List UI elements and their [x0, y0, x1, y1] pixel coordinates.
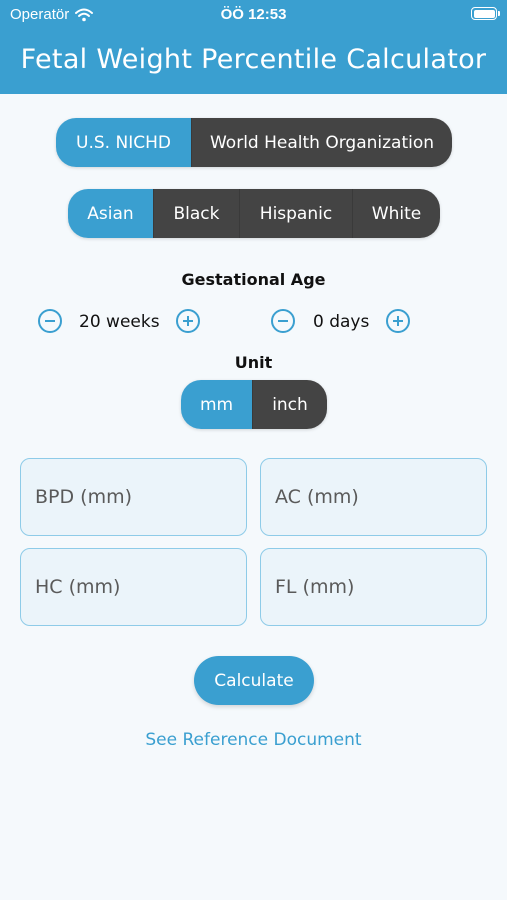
segment-who[interactable]: World Health Organization — [191, 118, 452, 167]
fl-field[interactable] — [260, 548, 487, 626]
weeks-value: 20 weeks — [79, 312, 160, 332]
segment-inch[interactable]: inch — [252, 380, 327, 429]
reference-document-link[interactable]: See Reference Document — [0, 730, 507, 750]
ac-input[interactable] — [275, 486, 486, 508]
segment-mm[interactable]: mm — [181, 380, 252, 429]
status-bar: Operatör ÖÖ 12:53 — [0, 0, 507, 28]
segment-asian[interactable]: Asian — [68, 189, 153, 238]
ac-field[interactable] — [260, 458, 487, 536]
calculate-button[interactable]: Calculate — [194, 656, 314, 705]
segment-black[interactable]: Black — [153, 189, 239, 238]
hc-field[interactable] — [20, 548, 247, 626]
segment-white[interactable]: White — [352, 189, 440, 238]
hc-input[interactable] — [35, 576, 246, 598]
days-plus-icon[interactable] — [386, 309, 410, 333]
segment-us-nichd[interactable]: U.S. NICHD — [56, 118, 191, 167]
days-value: 0 days — [313, 312, 370, 332]
days-minus-icon[interactable] — [271, 309, 295, 333]
page-title: Fetal Weight Percentile Calculator — [20, 44, 487, 75]
standard-selector: U.S. NICHD World Health Organization — [56, 118, 452, 167]
bpd-field[interactable] — [20, 458, 247, 536]
ethnicity-selector: Asian Black Hispanic White — [68, 189, 440, 238]
gestational-age-label: Gestational Age — [181, 270, 326, 289]
unit-selector: mm inch — [181, 380, 327, 429]
weeks-minus-icon[interactable] — [38, 309, 62, 333]
weeks-plus-icon[interactable] — [176, 309, 200, 333]
segment-hispanic[interactable]: Hispanic — [239, 189, 352, 238]
status-time: ÖÖ 12:53 — [220, 6, 287, 23]
app-header: Operatör ÖÖ 12:53 Fetal Weight Percentil… — [0, 0, 507, 94]
unit-label: Unit — [234, 353, 273, 372]
fl-input[interactable] — [275, 576, 486, 598]
bpd-input[interactable] — [35, 486, 246, 508]
battery-icon — [471, 7, 500, 20]
